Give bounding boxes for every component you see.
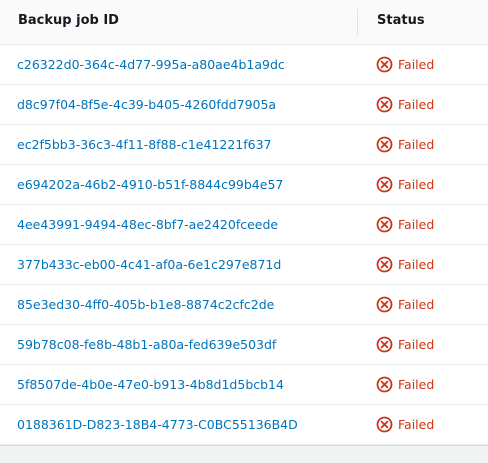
- status-label: Failed: [398, 297, 435, 312]
- backup-job-id-link[interactable]: d8c97f04-8f5e-4c39-b405-4260fdd7905a: [17, 97, 276, 112]
- backup-job-id-link[interactable]: 85e3ed30-4ff0-405b-b1e8-8874c2cfc2de: [17, 297, 274, 312]
- backup-job-id-link[interactable]: 5f8507de-4b0e-47e0-b913-4b8d1d5bcb14: [17, 377, 284, 392]
- error-circle-x-icon: [376, 96, 393, 113]
- error-circle-x-icon: [376, 176, 393, 193]
- status-cell: Failed: [376, 136, 434, 153]
- backup-job-id-link[interactable]: 59b78c08-fe8b-48b1-a80a-fed639e503df: [17, 337, 276, 352]
- status-cell: Failed: [376, 296, 434, 313]
- table-row: 85e3ed30-4ff0-405b-b1e8-8874c2cfc2de Fail…: [0, 285, 488, 325]
- status-label: Failed: [398, 57, 435, 72]
- status-label: Failed: [398, 177, 435, 192]
- backup-job-id-link[interactable]: 4ee43991-9494-48ec-8bf7-ae2420fceede: [17, 217, 278, 232]
- backup-jobs-table: Backup job ID Status c26322d0-364c-4d77-…: [0, 0, 488, 445]
- status-label: Failed: [398, 417, 435, 432]
- status-cell: Failed: [376, 216, 434, 233]
- backup-job-id-link[interactable]: e694202a-46b2-4910-b51f-8844c99b4e57: [17, 177, 283, 192]
- status-cell: Failed: [376, 336, 434, 353]
- status-label: Failed: [398, 97, 435, 112]
- error-circle-x-icon: [376, 56, 393, 73]
- status-cell: Failed: [376, 176, 434, 193]
- status-cell: Failed: [376, 416, 434, 433]
- error-circle-x-icon: [376, 216, 393, 233]
- backup-job-id-link[interactable]: 377b433c-eb00-4c41-af0a-6e1c297e871d: [17, 257, 281, 272]
- status-cell: Failed: [376, 56, 434, 73]
- error-circle-x-icon: [376, 296, 393, 313]
- table-row: e694202a-46b2-4910-b51f-8844c99b4e57 Fail…: [0, 165, 488, 205]
- backup-job-id-link[interactable]: 0188361D-D823-18B4-4773-C0BC55136B4D: [17, 417, 298, 432]
- backup-job-id-link[interactable]: c26322d0-364c-4d77-995a-a80ae4b1a9dc: [17, 57, 285, 72]
- table-row: 377b433c-eb00-4c41-af0a-6e1c297e871d Fail…: [0, 245, 488, 285]
- table-body: c26322d0-364c-4d77-995a-a80ae4b1a9dc Fail…: [0, 45, 488, 445]
- column-header-status[interactable]: Status: [377, 13, 425, 28]
- table-footer: [0, 445, 488, 463]
- column-divider[interactable]: [357, 9, 358, 35]
- status-label: Failed: [398, 137, 435, 152]
- table-header: Backup job ID Status: [0, 0, 488, 45]
- error-circle-x-icon: [376, 136, 393, 153]
- error-circle-x-icon: [376, 336, 393, 353]
- table-row: 59b78c08-fe8b-48b1-a80a-fed639e503df Fail…: [0, 325, 488, 365]
- table-row: 5f8507de-4b0e-47e0-b913-4b8d1d5bcb14 Fail…: [0, 365, 488, 405]
- status-label: Failed: [398, 377, 435, 392]
- status-cell: Failed: [376, 376, 434, 393]
- error-circle-x-icon: [376, 416, 393, 433]
- table-row: d8c97f04-8f5e-4c39-b405-4260fdd7905a Fail…: [0, 85, 488, 125]
- status-label: Failed: [398, 217, 435, 232]
- status-label: Failed: [398, 337, 435, 352]
- status-label: Failed: [398, 257, 435, 272]
- column-header-backup-job-id[interactable]: Backup job ID: [18, 13, 119, 28]
- status-cell: Failed: [376, 96, 434, 113]
- table-row: 0188361D-D823-18B4-4773-C0BC55136B4D Fail…: [0, 405, 488, 445]
- error-circle-x-icon: [376, 256, 393, 273]
- table-row: 4ee43991-9494-48ec-8bf7-ae2420fceede Fail…: [0, 205, 488, 245]
- table-row: ec2f5bb3-36c3-4f11-8f88-c1e41221f637 Fail…: [0, 125, 488, 165]
- table-row: c26322d0-364c-4d77-995a-a80ae4b1a9dc Fail…: [0, 45, 488, 85]
- error-circle-x-icon: [376, 376, 393, 393]
- backup-job-id-link[interactable]: ec2f5bb3-36c3-4f11-8f88-c1e41221f637: [17, 137, 272, 152]
- status-cell: Failed: [376, 256, 434, 273]
